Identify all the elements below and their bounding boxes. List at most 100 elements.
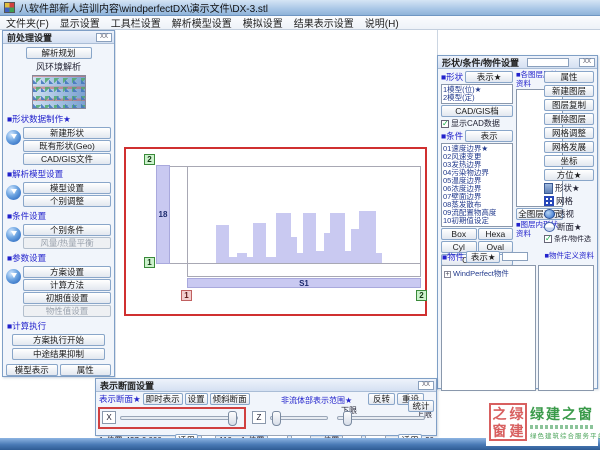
x-position-slider[interactable] (120, 416, 238, 420)
tree-expander-icon[interactable]: + (444, 271, 451, 278)
building-shape (351, 229, 359, 263)
blue-sphere-icon (6, 227, 21, 242)
layer-action-button[interactable]: 坐标 (544, 155, 594, 167)
menu-item[interactable]: 模拟设置 (243, 15, 283, 30)
primitive-button[interactable]: Hexa (478, 228, 514, 240)
section-option-button[interactable]: 倾斜断面 (210, 393, 250, 405)
axis-x-combo[interactable]: X (102, 411, 116, 424)
selection-red-frame: 18 S1 2 1 1 2 (124, 147, 427, 316)
x-slider-thumb[interactable] (228, 411, 237, 426)
model-setting-button[interactable]: 个别调整 (23, 195, 111, 207)
section-label-run: ■计算执行 (7, 320, 111, 332)
param-button[interactable]: 计算方法 (23, 279, 111, 291)
layer-action-button[interactable]: 图层复制 (544, 99, 594, 111)
blue-sphere-icon (6, 185, 21, 200)
show-cad-checkbox-row[interactable]: 显示CAD数据 (441, 118, 513, 129)
active-slider-highlight: X (98, 407, 246, 429)
condition-list-item[interactable]: 10初期值设定 (443, 217, 511, 225)
layer-action-button[interactable]: 属性 (544, 71, 594, 83)
range-slider-thumb[interactable] (343, 411, 352, 426)
drawing-canvas[interactable]: 18 S1 2 1 1 2 (116, 30, 437, 378)
watermark-logo: 之绿窗建 绿建之窗 绿色建筑综合服务平台 (486, 398, 598, 446)
bottom-panel-header: 表示断面设置 XX (96, 379, 436, 392)
collapse-button[interactable]: XX (579, 58, 595, 67)
menu-item[interactable]: 显示设置 (60, 15, 100, 30)
condition-object-checkbox-row[interactable]: 条件/物件选 (544, 234, 594, 244)
checkbox-checked-icon[interactable] (544, 235, 552, 243)
z-slider-thumb[interactable] (272, 411, 281, 426)
run-button[interactable]: 方案执行开始 (12, 334, 105, 346)
section-display-panel: 表示断面设置 XX 表示断面★ 即时表示设置倾斜断面 非流体部表示范围★ 下限 … (95, 378, 437, 436)
menu-item[interactable]: 文件夹(F) (6, 15, 49, 30)
marker-left[interactable]: 1 (181, 290, 192, 301)
menu-item[interactable]: 解析模型设置 (172, 15, 232, 30)
logo-name: 绿建之窗 (530, 404, 595, 424)
seal-stamp-icon: 之绿窗建 (489, 403, 527, 441)
param-button[interactable]: 初期值设置 (23, 292, 111, 304)
building-shape (229, 257, 237, 263)
view-section[interactable]: 断面★ (544, 221, 594, 233)
menu-item[interactable]: 说明(H) (365, 15, 399, 30)
view-tab[interactable]: 属性 (60, 364, 112, 376)
shape-create-button[interactable]: 新建形状 (23, 127, 111, 139)
preprocess-panel-title: 前处理设置 (7, 31, 52, 44)
building-shape (276, 213, 291, 263)
object-show-button[interactable]: 表示★ (466, 251, 500, 263)
collapse-button[interactable]: XX (96, 33, 112, 42)
building-shape (316, 251, 324, 263)
menu-item[interactable]: 结果表示设置 (294, 15, 354, 30)
seal-character: 之 (491, 405, 508, 422)
marker-bottom[interactable]: 1 (144, 257, 155, 268)
section-option-button[interactable]: 设置 (185, 393, 208, 405)
object-filter-field[interactable] (502, 252, 528, 261)
view-perspective[interactable]: 透视 (544, 208, 594, 220)
preprocess-panel: 前处理设置 XX 解析规划 风环境解析 ■形状数据制作★ 新建形状既有形状(Ge… (2, 30, 115, 377)
model-setting-button[interactable]: 模型设置 (23, 182, 111, 194)
layer-action-button[interactable]: 网格发展 (544, 141, 594, 153)
shape-create-button[interactable]: CAD/GIS文件 (23, 153, 111, 165)
view-grid[interactable]: 网格 (544, 195, 594, 207)
marker-right[interactable]: 2 (416, 290, 427, 301)
shape-list-item[interactable]: 2模型(定) (443, 94, 511, 102)
panel-search-field[interactable] (527, 58, 569, 67)
section-option-button[interactable]: 即时表示 (143, 393, 183, 405)
condition-button[interactable]: 个别条件 (23, 224, 111, 236)
building-shape (216, 225, 229, 263)
view-shape[interactable]: 形状★ (544, 182, 594, 194)
layer-action-button[interactable]: 方位★ (544, 169, 594, 181)
horizontal-section-bar[interactable]: S1 (187, 278, 421, 288)
layer-action-button[interactable]: 删除图层 (544, 113, 594, 125)
marker-top[interactable]: 2 (144, 154, 155, 165)
right-panel-title: 形状/条件/物件设置 (442, 56, 519, 69)
vertical-section-bar[interactable]: 18 (156, 165, 170, 264)
show-cad-label: 显示CAD数据 (451, 118, 500, 129)
range-slider[interactable] (337, 416, 425, 420)
menu-item[interactable]: 工具栏设置 (111, 15, 161, 30)
object-tree-item[interactable]: WindPerfect物件 (453, 269, 509, 278)
z-position-slider[interactable] (270, 416, 328, 420)
param-button[interactable]: 方案设置 (23, 266, 111, 278)
grid-icon (544, 196, 554, 206)
object-tree[interactable]: +WindPerfect物件 (441, 265, 536, 391)
checkbox-checked-icon[interactable] (441, 120, 449, 128)
shape-create-button[interactable]: 既有形状(Geo) (23, 140, 111, 152)
layer-action-button[interactable]: 网格调整 (544, 127, 594, 139)
collapse-button[interactable]: XX (418, 381, 434, 390)
analysis-plan-button[interactable]: 解析规划 (26, 47, 92, 59)
object-definition-box[interactable] (538, 265, 594, 391)
building-shape (330, 213, 345, 263)
primitive-button[interactable]: Box (441, 228, 477, 240)
view-tab[interactable]: 模型表示 (6, 364, 58, 376)
section-label-condition: ■条件设置 (7, 210, 111, 222)
cad-gis-file-button[interactable]: CAD/GIS档 (441, 105, 513, 117)
statistics-button[interactable]: 统计 (408, 400, 434, 412)
condition-show-button[interactable]: 表示 (465, 130, 513, 142)
map-thumbnail[interactable] (32, 75, 86, 109)
invert-button[interactable]: 反转 (368, 393, 395, 405)
condition-button-disabled: 风量/热量平衡 (23, 237, 111, 249)
shape-show-button[interactable]: 表示★ (465, 71, 513, 83)
building-shape (359, 211, 376, 263)
layer-action-button[interactable]: 新建图层 (544, 85, 594, 97)
axis-z-combo[interactable]: Z (252, 411, 266, 424)
run-button[interactable]: 中途结果抑制 (12, 348, 105, 360)
